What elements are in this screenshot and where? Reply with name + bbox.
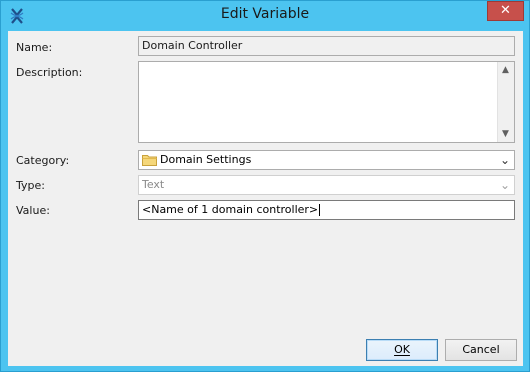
type-label: Type: [16,179,45,192]
ok-button[interactable]: OK [366,339,438,361]
value-text: <Name of 1 domain controller> [142,203,319,216]
window-title: Edit Variable [220,6,310,22]
title-bar[interactable]: Edit Variable ✕ [1,1,529,31]
cancel-button[interactable]: Cancel [445,339,517,361]
text-caret [319,204,321,216]
value-label: Value: [16,204,50,217]
name-field[interactable]: Domain Controller [138,36,515,56]
chevron-down-icon: ⌄ [499,178,510,192]
value-input[interactable]: <Name of 1 domain controller> [138,200,515,220]
folder-icon [142,155,157,166]
close-button[interactable]: ✕ [487,1,524,21]
name-label: Name: [16,41,53,54]
type-combobox: Text ⌄ [138,175,515,195]
chevron-down-icon[interactable]: ⌄ [500,151,510,169]
scroll-down-icon[interactable]: ▼ [502,129,509,139]
ok-button-label: OK [394,343,410,356]
dialog-body: Name: Domain Controller Description: ▲ ▼… [8,31,523,366]
cancel-button-label: Cancel [462,343,500,356]
scroll-up-icon[interactable]: ▲ [502,65,509,75]
type-value: Text [142,178,165,191]
description-scrollbar[interactable]: ▲ ▼ [497,62,514,142]
edit-variable-window: Edit Variable ✕ Name: Domain Controller … [0,0,530,372]
description-textarea[interactable]: ▲ ▼ [138,61,515,143]
category-value: Domain Settings [160,153,252,166]
category-label: Category: [16,154,70,167]
description-label: Description: [16,66,83,79]
category-combobox[interactable]: Domain Settings ⌄ [138,150,515,170]
close-icon: ✕ [500,3,511,18]
